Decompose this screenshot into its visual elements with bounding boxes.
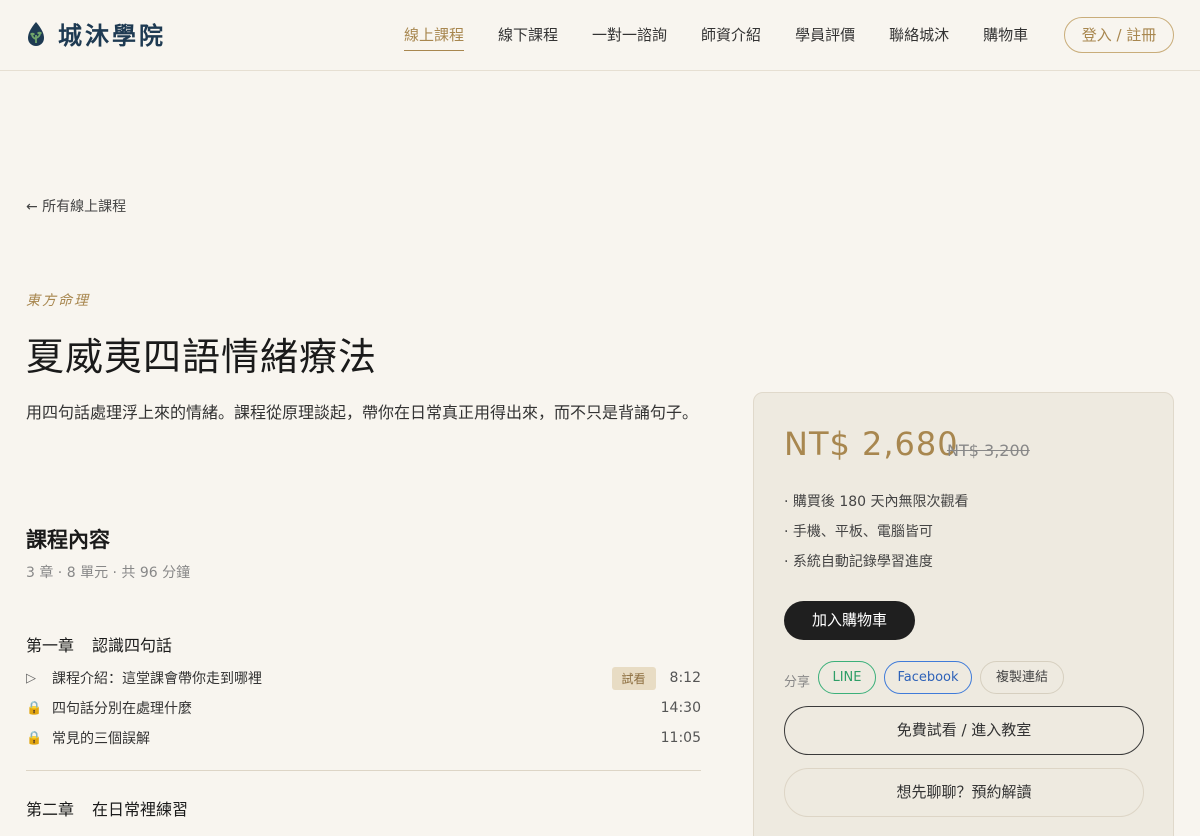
nav-online-courses[interactable]: 線上課程 [404,24,465,51]
current-price: NT$ 2,680 [784,425,959,463]
nav-reviews[interactable]: 學員評價 [795,24,855,51]
lesson-duration: 8:12 [669,670,701,686]
lesson-duration: 11:05 [660,730,701,746]
lesson-row[interactable]: 🔒 四句話分別在處理什麼 14:30 [26,693,701,723]
chapter-divider [26,770,701,771]
lesson-name: 常見的三個誤解 [52,731,150,747]
feature-item: · 購買後 180 天內無限次觀看 [784,494,969,510]
share-line-button[interactable]: LINE [818,661,876,694]
add-to-cart-button[interactable]: 加入購物車 [784,601,915,640]
course-category: 東方命理 [26,293,90,309]
course-description: 用四句話處理浮上來的情緒。課程從原理談起，帶你在日常真正用得出來，而不只是背誦句… [26,403,699,422]
share-label: 分享 [784,675,811,690]
main-nav: 線上課程 線下課程 一對一諮詢 師資介紹 學員評價 聯絡城沐 購物車 [404,24,1062,51]
lock-icon: 🔒 [26,700,43,716]
feature-item: · 系統自動記錄學習進度 [784,554,933,570]
chapter-label: 第二章 [26,800,75,819]
feature-item: · 手機、平板、電腦皆可 [784,524,933,540]
chapter-name: 認識四句話 [92,636,173,655]
content-section-title: 課程內容 [26,528,110,552]
lesson-duration: 14:30 [660,700,701,716]
back-to-courses-link[interactable]: ← 所有線上課程 [26,196,126,216]
logo-text: 城沐學院 [58,22,166,50]
lesson-name: 課程介紹：這堂課會帶你走到哪裡 [52,671,262,687]
course-title: 夏威夷四語情緒療法 [26,335,378,379]
site-header: 城沐學院 線上課程 線下課程 一對一諮詢 師資介紹 學員評價 聯絡城沐 購物車 … [0,0,1200,71]
lesson-name: 四句話分別在處理什麼 [52,701,192,717]
book-consultation-button[interactable]: 想先聊聊？預約解讀 [784,768,1144,817]
free-trial-button[interactable]: 免費試看 / 進入教室 [784,706,1144,755]
chapter-title: 第二章 在日常裡練習 [26,796,206,820]
nav-cart[interactable]: 購物車 [983,24,1028,51]
content-meta: 3 章 · 8 單元 · 共 96 分鐘 [26,565,191,581]
nav-teachers[interactable]: 師資介紹 [701,24,761,51]
lock-icon: 🔒 [26,730,43,746]
lesson-row[interactable]: 🔒 常見的三個誤解 11:05 [26,723,701,753]
preview-badge[interactable]: 試看 [611,666,656,690]
nav-consultation[interactable]: 一對一諮詢 [592,24,667,51]
play-icon: ▷ [26,670,36,686]
chapter-name: 在日常裡練習 [92,800,189,819]
chapter-label: 第一章 [26,636,75,655]
purchase-card: NT$ 2,680 NT$ 3,200 · 購買後 180 天內無限次觀看 · … [753,392,1174,836]
leaf-logo-icon [26,21,46,51]
share-facebook-button[interactable]: Facebook [884,661,972,694]
chapter-title: 第一章 認識四句話 [26,632,190,656]
copy-link-button[interactable]: 複製連結 [980,661,1064,694]
nav-contact[interactable]: 聯絡城沐 [889,24,949,51]
lesson-row[interactable]: ▷ 課程介紹：這堂課會帶你走到哪裡 試看 8:12 [26,663,701,693]
nav-offline-courses[interactable]: 線下課程 [498,24,558,51]
original-price: NT$ 3,200 [947,441,1030,460]
login-register-button[interactable]: 登入 / 註冊 [1064,17,1174,53]
site-logo[interactable]: 城沐學院 [26,20,166,52]
